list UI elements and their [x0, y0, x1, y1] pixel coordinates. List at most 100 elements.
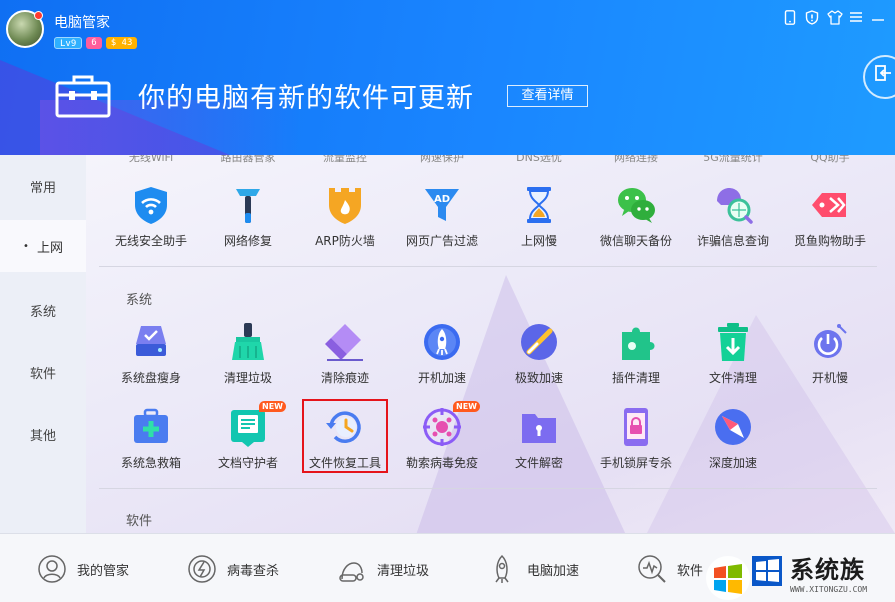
- nav-clean-junk[interactable]: 清理垃圾: [336, 552, 429, 586]
- highlight-box: [302, 399, 388, 473]
- category-sidebar: 常用 • 上网 系统 软件 其他: [0, 155, 86, 533]
- tool-label: 系统急救箱: [120, 456, 181, 470]
- tool-shopping-helper[interactable]: 觅鱼购物助手: [780, 183, 880, 259]
- clipped-label: DNS选优: [516, 155, 562, 164]
- active-bullet: •: [23, 240, 29, 252]
- clipped-label: QQ助手: [810, 155, 850, 164]
- clipped-label: 5G流量统计: [703, 155, 763, 164]
- tool-arp-firewall[interactable]: ARP防火墙: [295, 183, 395, 259]
- rocket-outline-icon: [486, 553, 518, 585]
- tool-label: 系统盘瘦身: [120, 371, 181, 385]
- tool-deep-speedup[interactable]: 深度加速: [683, 405, 783, 481]
- tool-label: 网络修复: [223, 234, 272, 248]
- tool-ad-filter[interactable]: AD 网页广告过滤: [392, 183, 492, 259]
- window-controls: [783, 10, 885, 26]
- tool-wifi-security[interactable]: 无线安全助手: [101, 183, 201, 259]
- level-badge[interactable]: Lv9: [54, 37, 83, 49]
- folder-lock-icon: [517, 405, 561, 449]
- section-divider: [99, 266, 877, 267]
- clipped-label: 流量监控: [323, 155, 367, 164]
- sidebar-item-internet[interactable]: • 上网: [0, 220, 86, 272]
- tool-label: 手机锁屏专杀: [599, 456, 672, 470]
- user-badges: Lv9 6 $ 43: [54, 37, 138, 49]
- new-badge: NEW: [259, 401, 286, 412]
- banner-message: 你的电脑有新的软件可更新: [138, 83, 474, 114]
- skin-icon[interactable]: [827, 10, 843, 26]
- tool-label: 无线安全助手: [114, 234, 187, 248]
- tool-file-clean[interactable]: 文件清理: [683, 320, 783, 396]
- clipped-label: 网速保护: [420, 155, 464, 164]
- clipped-label: 路由器管家: [220, 155, 276, 164]
- trash-icon: [711, 320, 755, 364]
- tool-slow-internet[interactable]: 上网慢: [489, 183, 589, 259]
- speed-icon: [517, 320, 561, 364]
- fish-tag-icon: [808, 183, 852, 227]
- tool-label: 深度加速: [708, 456, 757, 470]
- new-badge: NEW: [453, 401, 480, 412]
- tool-extreme-speedup[interactable]: 极致加速: [489, 320, 589, 396]
- shield-icon[interactable]: [805, 10, 819, 26]
- tool-clear-traces[interactable]: 清除痕迹: [295, 320, 395, 396]
- tool-clean-junk[interactable]: 清理垃圾: [198, 320, 298, 396]
- coin-badge[interactable]: $ 43: [105, 37, 138, 49]
- rocket-icon: [420, 320, 464, 364]
- menu-icon[interactable]: [849, 10, 863, 26]
- tool-disk-slim[interactable]: 系统盘瘦身: [101, 320, 201, 396]
- sidebar-item-system[interactable]: 系统: [0, 284, 86, 336]
- tool-boot-speedup[interactable]: 开机加速: [392, 320, 492, 396]
- message-badge[interactable]: 6: [86, 37, 102, 49]
- power-icon: [808, 320, 852, 364]
- firewall-icon: [323, 183, 367, 227]
- site-watermark: 系统族 WWW.XITONGZU.COM: [700, 548, 895, 602]
- tool-plugin-clean[interactable]: 插件清理: [586, 320, 686, 396]
- tool-label: 清除痕迹: [320, 371, 369, 385]
- section-divider: [99, 488, 877, 489]
- phone-icon[interactable]: [783, 10, 797, 26]
- tool-label: 上网慢: [520, 234, 557, 248]
- nav-software[interactable]: 软件: [636, 552, 703, 586]
- nav-pc-speedup[interactable]: 电脑加速: [486, 552, 579, 586]
- tool-label: 文件清理: [708, 371, 757, 385]
- first-aid-icon: [129, 405, 173, 449]
- tool-fraud-lookup[interactable]: 诈骗信息查询: [683, 183, 783, 259]
- tool-ransomware-immune[interactable]: NEW 勒索病毒免疫: [392, 401, 492, 481]
- puzzle-icon: [614, 320, 658, 364]
- wifi-shield-icon: [129, 183, 173, 227]
- watermark-text: 系统族: [790, 556, 865, 584]
- tool-label: 文件解密: [514, 456, 563, 470]
- hammer-icon: [226, 183, 270, 227]
- wechat-icon: [614, 183, 658, 227]
- tool-grid-panel: 无线WiFi 路由器管家 流量监控 网速保护 DNS选优 网络连接 5G流量统计…: [86, 155, 895, 533]
- tool-label: 插件清理: [611, 371, 660, 385]
- view-details-button[interactable]: 查看详情: [507, 85, 588, 107]
- svg-text:AD: AD: [434, 194, 450, 205]
- tool-phone-unlock[interactable]: 手机锁屏专杀: [586, 405, 686, 481]
- tool-slow-boot[interactable]: 开机慢: [780, 320, 880, 396]
- tool-label: 开机加速: [417, 371, 466, 385]
- sidebar-item-other[interactable]: 其他: [0, 408, 86, 460]
- software-icon: [636, 553, 668, 585]
- minimize-icon[interactable]: [871, 10, 885, 26]
- disk-icon: [129, 320, 173, 364]
- section-title-system: 系统: [126, 293, 153, 308]
- tool-first-aid[interactable]: 系统急救箱: [101, 405, 201, 481]
- sidebar-item-software[interactable]: 软件: [0, 346, 86, 398]
- tool-wechat-backup[interactable]: 微信聊天备份: [586, 183, 686, 259]
- tool-doc-guardian[interactable]: NEW 文档守护者: [198, 401, 298, 481]
- tool-file-decrypt[interactable]: 文件解密: [489, 405, 589, 481]
- nav-virus-scan[interactable]: 病毒查杀: [186, 552, 279, 586]
- eraser-icon: [323, 320, 367, 364]
- watermark-url: WWW.XITONGZU.COM: [790, 585, 868, 594]
- tool-network-repair[interactable]: 网络修复: [198, 183, 298, 259]
- tool-label: 极致加速: [514, 371, 563, 385]
- clipped-label: 网络连接: [614, 155, 658, 164]
- ad-filter-icon: AD: [420, 183, 464, 227]
- sidebar-item-common[interactable]: 常用: [0, 160, 86, 212]
- notification-dot: [34, 11, 43, 20]
- tool-label: 诈骗信息查询: [696, 234, 769, 248]
- nav-my-butler[interactable]: 我的管家: [36, 552, 129, 586]
- tool-label: ARP防火墙: [315, 234, 375, 248]
- header-banner: 电脑管家 Lv9 6 $ 43 你的电脑有新的软件可更新 查看详情: [0, 0, 895, 155]
- clipped-row: 无线WiFi 路由器管家 流量监控 网速保护 DNS选优 网络连接 5G流量统计…: [86, 155, 895, 164]
- exit-icon[interactable]: [863, 55, 895, 99]
